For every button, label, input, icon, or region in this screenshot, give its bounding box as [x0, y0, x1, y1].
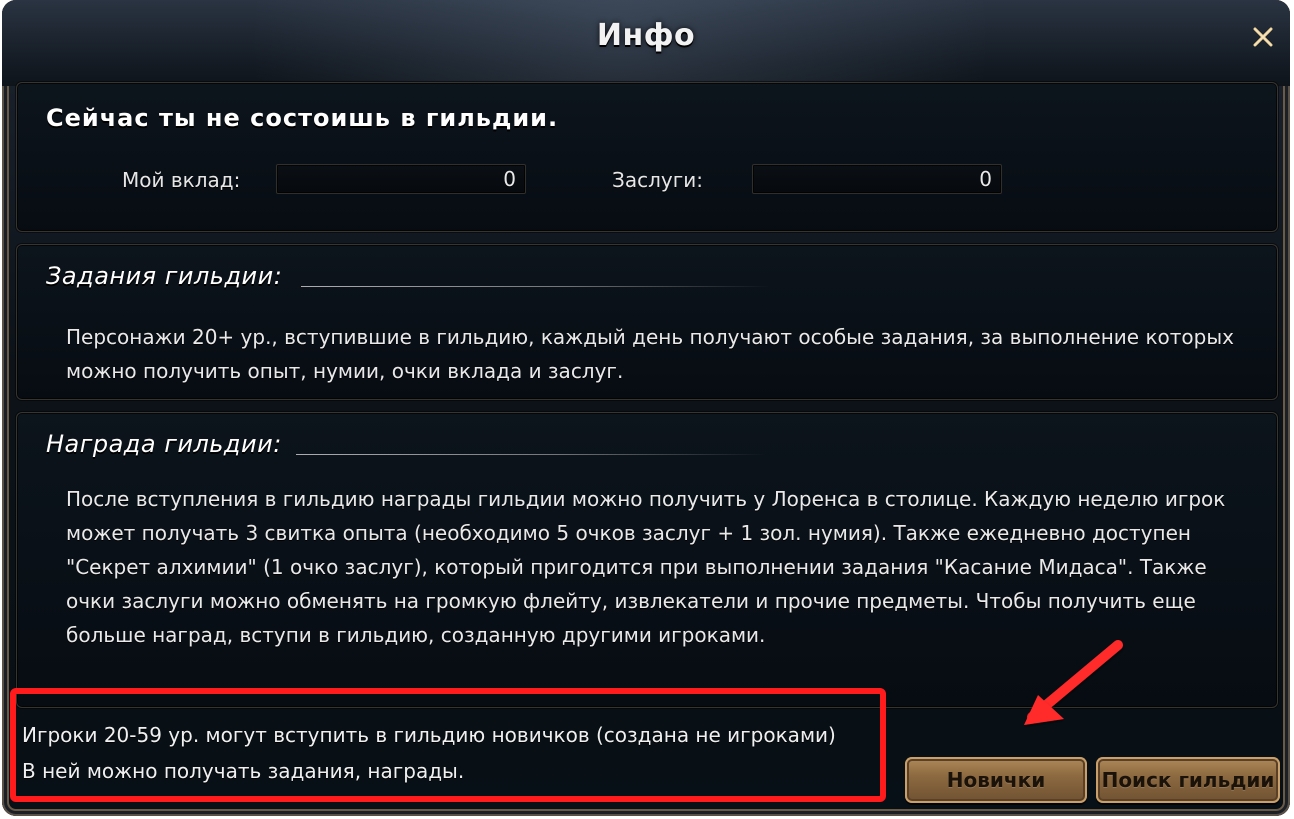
- dialog-title: Инфо: [596, 18, 696, 53]
- merits-field: 0: [752, 164, 1002, 194]
- my-contribution-field: 0: [276, 164, 526, 194]
- guild-rewards-text: После вступления в гильдию награды гильд…: [66, 487, 1226, 647]
- guild-rewards-heading: Награда гильдии:: [46, 430, 282, 458]
- close-icon: [1250, 24, 1276, 54]
- guild-rewards-panel: Награда гильдии: После вступления в гиль…: [16, 412, 1278, 708]
- search-guild-button[interactable]: Поиск гильдии: [1096, 757, 1280, 803]
- guild-status-headline: Сейчас ты не состоишь в гильдии.: [46, 104, 559, 132]
- guild-tasks-text: Персонажи 20+ ур., вступившие в гильдию,…: [66, 325, 1234, 383]
- my-contribution-value: 0: [503, 167, 516, 191]
- footer-line-2: В ней можно получать задания, награды.: [22, 759, 465, 783]
- footer-info: Игроки 20-59 ур. могут вступить в гильди…: [22, 717, 882, 789]
- guild-rewards-divider: [296, 454, 766, 455]
- novice-button[interactable]: Новички: [905, 757, 1087, 803]
- guild-tasks-panel: Задания гильдии: Персонажи 20+ ур., всту…: [16, 244, 1278, 400]
- footer-line-1: Игроки 20-59 ур. могут вступить в гильди…: [22, 723, 836, 747]
- merits-value: 0: [979, 167, 992, 191]
- merits-label: Заслуги:: [612, 168, 703, 192]
- info-dialog: Инфо Сейчас ты не состоишь в гильдии. Мо…: [2, 0, 1290, 816]
- close-button[interactable]: [1246, 22, 1280, 56]
- dialog-title-bar: Инфо: [2, 0, 1290, 86]
- guild-tasks-heading: Задания гильдии:: [46, 262, 283, 290]
- guild-status-panel: Сейчас ты не состоишь в гильдии. Мой вкл…: [16, 82, 1278, 232]
- guild-tasks-divider: [301, 286, 771, 287]
- my-contribution-label: Мой вклад:: [122, 168, 241, 192]
